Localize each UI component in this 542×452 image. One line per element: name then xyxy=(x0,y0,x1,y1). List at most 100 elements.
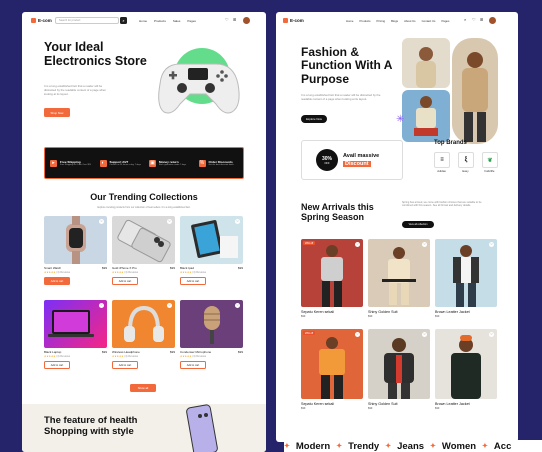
logo[interactable]: E-com xyxy=(31,18,52,23)
add-to-cart-button[interactable]: Add to cart xyxy=(44,361,70,369)
product-image: ♡ xyxy=(368,239,430,307)
brand-adidas[interactable]: ≡ Adidas xyxy=(434,152,450,173)
menu-item[interactable]: Pricing xyxy=(377,19,386,23)
menu-item[interactable]: Contact Us xyxy=(422,19,436,23)
product-card[interactable]: ♡ Brown Leatter Jacket $99 xyxy=(435,239,497,318)
heart-icon[interactable]: ♡ xyxy=(235,219,240,224)
feature-money-return: ▣ Money return Back guarantee under 7 day… xyxy=(144,148,194,178)
product-price: $99 xyxy=(435,407,440,410)
cart-icon[interactable]: ⊞ xyxy=(233,17,236,22)
heart-icon[interactable]: ♡ xyxy=(355,242,360,247)
marquee-item[interactable]: Women xyxy=(442,441,476,452)
discount-promo[interactable]: 30% OFF Avail massive Discount xyxy=(301,140,403,180)
product-price: $99 xyxy=(368,315,373,318)
product-card[interactable]: ♡ Gold iPhone X Pro $99 ★★★★★ (4) Reviews… xyxy=(112,216,175,285)
feature-subtitle: Free Shipping for Order Over $99 xyxy=(60,164,91,166)
product-card[interactable]: ♡ Condenser Microphone $99 ★★★★★ (4) Revi… xyxy=(180,300,243,369)
view-all-button[interactable]: View all collection xyxy=(402,221,434,228)
show-all-button[interactable]: Show all xyxy=(130,384,156,392)
search-icon[interactable]: ⌕ xyxy=(120,17,127,24)
product-name: Gold iPhone X Pro xyxy=(112,266,137,270)
shop-now-button[interactable]: Shop Now xyxy=(44,108,70,117)
promo-highlight: Discount xyxy=(343,161,371,167)
product-price: $99 xyxy=(435,315,440,318)
menu-item[interactable]: Home xyxy=(346,19,353,23)
product-rating: ★★★★★ (4) Reviews xyxy=(180,271,243,274)
avatar[interactable] xyxy=(243,17,250,24)
logo[interactable]: E-com xyxy=(283,18,304,23)
product-card[interactable]: ♡ Smart Watch $99 ★★★★★ (4) Reviews Add t… xyxy=(44,216,107,285)
product-image: ♡ xyxy=(180,300,243,348)
heart-icon[interactable]: ♡ xyxy=(355,332,360,337)
menu-item[interactable]: Pages xyxy=(441,19,449,23)
product-card[interactable]: ♡ Wireless Headphone $99 ★★★★★ (4) Review… xyxy=(112,300,175,369)
star-icon: ✦ xyxy=(430,443,436,450)
product-name: Smart Watch xyxy=(44,266,62,270)
feature-support: ◐ Support 24/7 Contact us 24 hours a day,… xyxy=(95,148,145,178)
product-image: ♡ xyxy=(180,216,243,264)
heart-icon[interactable]: ♡ xyxy=(472,17,476,22)
product-card[interactable]: 20% off ♡ Sepatu Keren sekali $99 xyxy=(301,329,363,410)
heart-icon[interactable]: ♡ xyxy=(225,17,229,22)
add-to-cart-button[interactable]: Add to cart xyxy=(44,277,70,285)
menu-item[interactable]: Home xyxy=(139,19,147,23)
product-card[interactable]: 20% off ♡ Sepatu Keren sekali $99 xyxy=(301,239,363,318)
heart-icon[interactable]: ♡ xyxy=(99,219,104,224)
search-icon[interactable]: ⌕ xyxy=(464,17,466,22)
marquee-item[interactable]: Modern xyxy=(296,441,330,452)
heart-icon[interactable]: ♡ xyxy=(99,303,104,308)
truck-icon: ▸ xyxy=(50,159,57,167)
brand-label: Fabrilife xyxy=(484,169,495,173)
rating-stars: ★★★★★ xyxy=(44,271,56,274)
product-rating: ★★★★★ (4) Reviews xyxy=(112,355,175,358)
marquee-item[interactable]: Jeans xyxy=(397,441,424,452)
add-to-cart-button[interactable]: Add to cart xyxy=(180,277,206,285)
review-count: (4) Reviews xyxy=(192,355,207,358)
product-image: ♡ xyxy=(112,300,175,348)
discount-badge: 20% off xyxy=(303,331,316,336)
product-name: Sepatu Keren sekali xyxy=(301,310,335,314)
feature-subtitle: Get the best discount deals xyxy=(208,164,234,166)
menu-item[interactable]: Products xyxy=(154,19,166,23)
menu-item[interactable]: Blogs xyxy=(391,19,398,23)
menu-item[interactable]: Sales xyxy=(173,19,181,23)
add-to-cart-button[interactable]: Add to cart xyxy=(112,361,138,369)
menu-item[interactable]: Pages xyxy=(187,19,196,23)
menu-item[interactable]: About Us xyxy=(404,19,416,23)
marquee-item[interactable]: Trendy xyxy=(348,441,379,452)
marquee-item[interactable]: Acc xyxy=(494,441,511,452)
heart-icon[interactable]: ♡ xyxy=(235,303,240,308)
search-input[interactable]: Search for product xyxy=(55,17,119,24)
heart-icon[interactable]: ♡ xyxy=(167,303,172,308)
product-card[interactable]: ♡ Brown Leatter Jacket $99 xyxy=(435,329,497,410)
product-card[interactable]: ♡ Shiny Golden Suit $99 xyxy=(368,239,430,318)
easy-logo-icon: ξ xyxy=(458,152,474,168)
heart-icon[interactable]: ♡ xyxy=(489,332,494,337)
heart-icon[interactable]: ♡ xyxy=(167,219,172,224)
product-rating: ★★★★★ (4) Reviews xyxy=(44,271,107,274)
explore-now-button[interactable]: Explore Now xyxy=(301,115,327,123)
promo-text: Avail massive xyxy=(343,153,380,159)
brand-label: Adidas xyxy=(437,169,446,173)
logo-icon xyxy=(283,18,288,23)
product-image: ♡ xyxy=(44,300,107,348)
trending-description: Explore trending products from our colle… xyxy=(97,206,191,209)
add-to-cart-button[interactable]: Add to cart xyxy=(112,277,138,285)
product-card[interactable]: ♡ Black Ipad $99 ★★★★★ (4) Reviews Add to… xyxy=(180,216,243,285)
feature-subtitle: Contact us 24 hours a day, 7 days xyxy=(109,164,141,166)
brand-easy[interactable]: ξ Easy xyxy=(458,152,474,173)
heart-icon[interactable]: ♡ xyxy=(422,242,427,247)
menu-item[interactable]: Products xyxy=(359,19,370,23)
feature-heading: The feature of health Shopping with styl… xyxy=(44,415,138,437)
heart-icon[interactable]: ♡ xyxy=(422,332,427,337)
product-card[interactable]: ♡ Shiny Golden Suit $99 xyxy=(368,329,430,410)
cart-icon[interactable]: ⊞ xyxy=(480,17,483,22)
product-card[interactable]: ♡ Black Laptop $99 ★★★★★ (4) Reviews Add … xyxy=(44,300,107,369)
product-price: $99 xyxy=(101,350,107,354)
arrivals-description: Spring has arrived, we come with fashion… xyxy=(402,201,482,208)
heart-icon[interactable]: ♡ xyxy=(489,242,494,247)
avatar[interactable] xyxy=(489,17,496,24)
add-to-cart-button[interactable]: Add to cart xyxy=(180,361,206,369)
brand-fabrilife[interactable]: ❦ Fabrilife xyxy=(482,152,498,173)
product-price: $99 xyxy=(169,266,175,270)
